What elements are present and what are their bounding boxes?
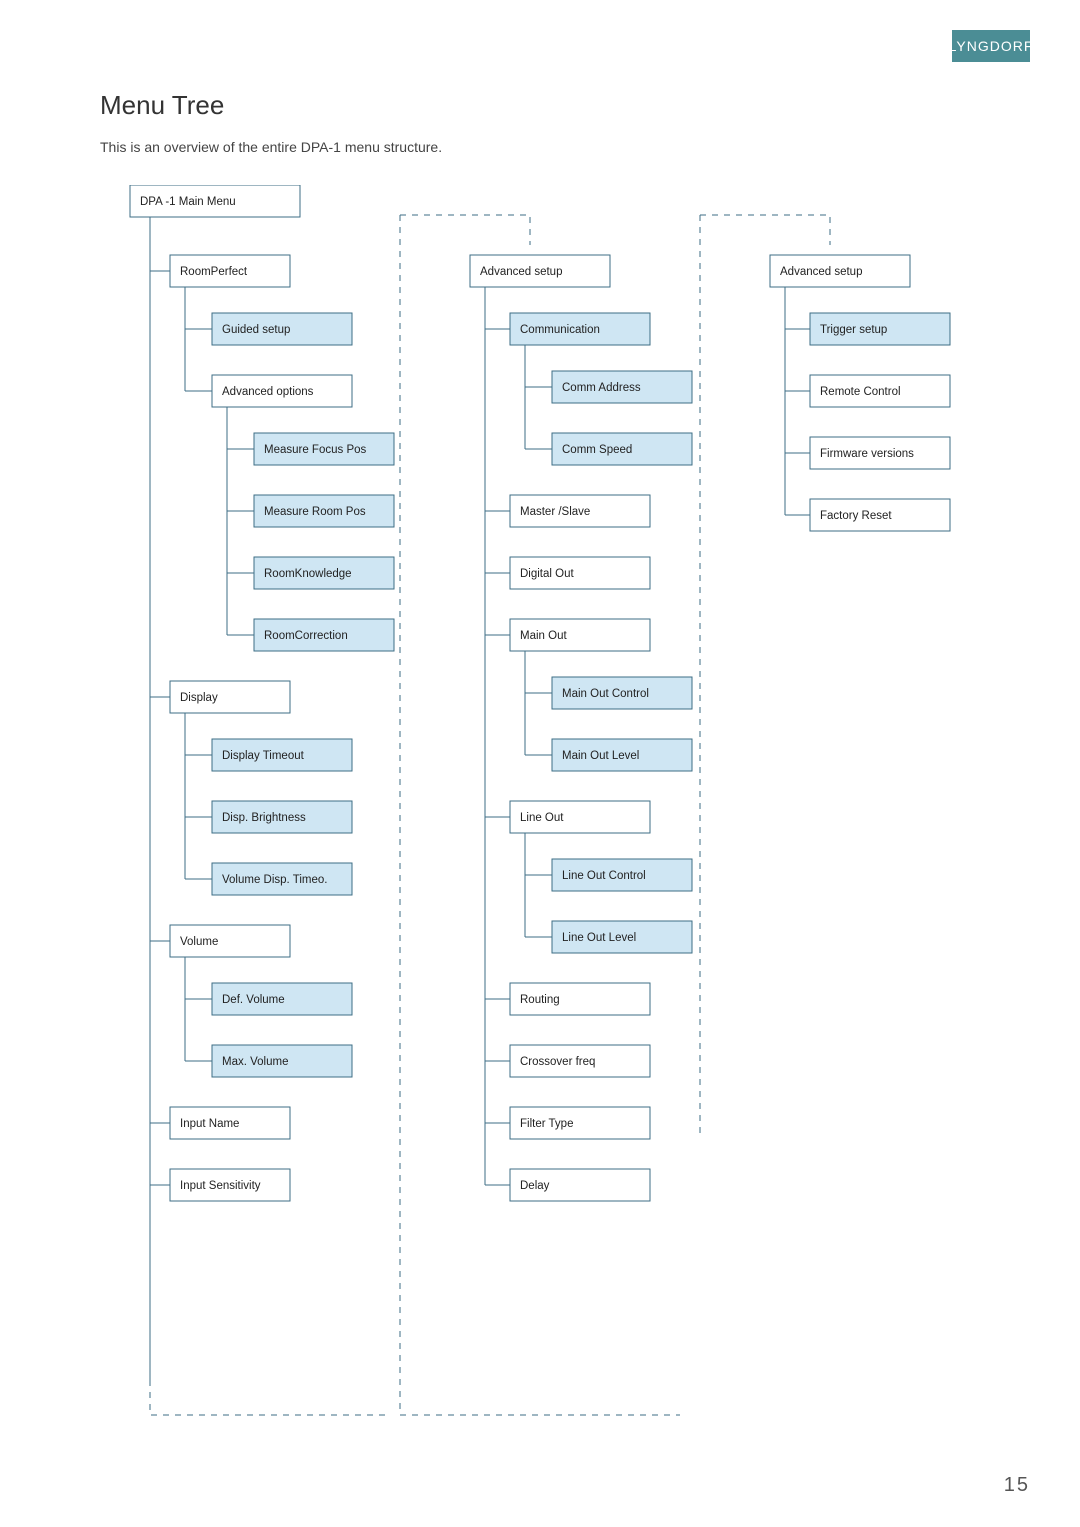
node-Max-Volume-label: Max. Volume (222, 1056, 288, 1068)
node-Delay-label: Delay (520, 1180, 550, 1192)
page-number: 15 (1004, 1474, 1030, 1497)
node-Guided-setup-label: Guided setup (222, 324, 290, 336)
node-Filter-Type-label: Filter Type (520, 1118, 573, 1130)
node-Measure-Focus-Pos-label: Measure Focus Pos (264, 444, 367, 456)
node-Def-Volume-label: Def. Volume (222, 994, 285, 1006)
brand-logo: LYNGDORF (952, 30, 1030, 62)
node-Crossover-freq-label: Crossover freq (520, 1056, 595, 1068)
node-Advanced-options-label: Advanced options (222, 386, 314, 398)
node-Main-Out-Control-label: Main Out Control (562, 688, 649, 700)
node-Input-Sensitivity-label: Input Sensitivity (180, 1180, 261, 1192)
node-Digital-Out-label: Digital Out (520, 568, 574, 580)
node-Input-Name-label: Input Name (180, 1118, 239, 1130)
node-Main-Out-label: Main Out (520, 630, 567, 642)
node-Routing-label: Routing (520, 994, 560, 1006)
node-RoomKnowledge-label: RoomKnowledge (264, 568, 352, 580)
menu-tree-diagram: DPA -1 Main Menu RoomPerfect Guided setup A… (90, 185, 1050, 1425)
col1-dashed (150, 1380, 390, 1415)
node-Communication-label: Communication (520, 324, 600, 336)
node-Main-Out-Level-label: Main Out Level (562, 750, 639, 762)
node-Comm-Address-label: Comm Address (562, 382, 641, 394)
col3-advanced-setup-label: Advanced setup (780, 266, 862, 278)
col3-top-dashed (700, 215, 830, 245)
node-RoomPerfect-label: RoomPerfect (180, 266, 248, 278)
brand-text: LYNGDORF (949, 38, 1034, 54)
node-RoomCorrection-label: RoomCorrection (264, 630, 348, 642)
node-Comm-Speed-label: Comm Speed (562, 444, 632, 456)
page-subtitle: This is an overview of the entire DPA-1 … (100, 139, 1020, 155)
node-Measure-Room-Pos-label: Measure Room Pos (264, 506, 366, 518)
node-Line-Out-label: Line Out (520, 812, 564, 824)
node-Remote-Control-label: Remote Control (820, 386, 901, 398)
node-Volume-label: Volume (180, 936, 218, 948)
node-Firmware-versions-label: Firmware versions (820, 448, 914, 460)
col2-advanced-setup-label: Advanced setup (480, 266, 562, 278)
node-Display-Timeout-label: Display Timeout (222, 750, 305, 762)
root-node-label: DPA -1 Main Menu (140, 196, 236, 208)
col2-top-dashed (400, 215, 530, 245)
node-Display-label: Display (180, 692, 218, 704)
page-title: Menu Tree (100, 90, 1020, 121)
node-Factory-Reset-label: Factory Reset (820, 510, 892, 522)
node-Volume-Disp-Timeo--label: Volume Disp. Timeo. (222, 874, 327, 886)
node-Disp-Brightness-label: Disp. Brightness (222, 812, 306, 824)
node-Line-Out-Level-label: Line Out Level (562, 932, 636, 944)
node-Trigger-setup-label: Trigger setup (820, 324, 887, 336)
node-Master-Slave-label: Master /Slave (520, 506, 590, 518)
node-Line-Out-Control-label: Line Out Control (562, 870, 646, 882)
